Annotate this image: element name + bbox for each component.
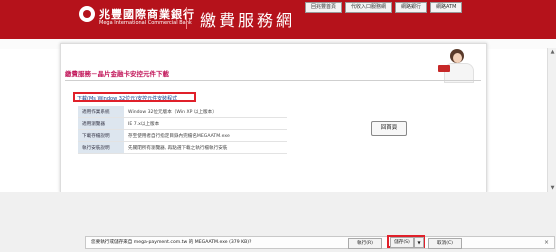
download-message: 您要執行或儲存來自 mega-payment.com.tw 的 MEGAATM.…	[91, 240, 252, 245]
promo-photo-image	[436, 47, 482, 83]
nav-collection-portal[interactable]: 代收入口服務網	[345, 2, 393, 13]
table-row: 下載存檔說明 存至使用者自行指定目錄內完檔名MEGAATM.exe	[78, 129, 287, 142]
title-divider	[65, 80, 481, 81]
nav-internet-banking[interactable]: 網路銀行	[395, 2, 428, 13]
content-panel: 繳費服務－晶片金融卡安控元件下載 下載(Ms Window 32位元)安控元件安…	[60, 43, 487, 193]
page-title: 繳費服務－晶片金融卡安控元件下載	[65, 70, 169, 78]
info-table: 適用作業系統 Window 32位元版本（Win XP 以上版本） 適用瀏覽器 …	[78, 106, 287, 154]
chip-card-icon	[438, 65, 450, 72]
save-highlight: 儲存(S) ▼	[387, 235, 425, 248]
close-icon[interactable]: ×	[544, 237, 549, 248]
photo-face	[453, 53, 462, 63]
bank-name-en: Mega International Commercial Bank	[99, 20, 192, 26]
site-title: 繳費服務網	[200, 11, 296, 30]
row-label: 適用作業系統	[78, 106, 124, 118]
scroll-up-icon[interactable]: ▲	[548, 48, 556, 56]
row-value: IE 7.x以上版本	[124, 117, 287, 130]
vertical-scrollbar[interactable]: ▲ ▼	[547, 48, 556, 192]
nav-mega-home[interactable]: 回兆豐首頁	[305, 2, 343, 13]
row-value: 先關閉所有瀏覽器, 再點選下載之執行檔執行安裝	[124, 141, 287, 154]
row-label: 執行安裝說明	[78, 141, 124, 154]
save-dropdown-icon[interactable]: ▼	[414, 237, 424, 248]
open-button[interactable]: 執行(R)	[348, 238, 382, 249]
site-header: 兆豐國際商業銀行 Mega International Commercial B…	[0, 0, 556, 39]
table-row: 適用瀏覽器 IE 7.x以上版本	[78, 117, 287, 130]
cancel-button[interactable]: 取消(C)	[428, 238, 462, 249]
download-installer-link[interactable]: 下載(Ms Window 32位元)安控元件安裝程式	[73, 92, 196, 102]
row-value: 存至使用者自行指定目錄內完檔名MEGAATM.exe	[124, 129, 287, 142]
row-label: 適用瀏覽器	[78, 117, 124, 130]
nav-web-atm[interactable]: 網路ATM	[430, 2, 463, 13]
home-button[interactable]: 回首頁	[371, 121, 407, 136]
scroll-down-icon[interactable]: ▼	[548, 184, 556, 192]
table-row: 適用作業系統 Window 32位元版本（Win XP 以上版本）	[78, 106, 287, 118]
top-nav: 回兆豐首頁 代收入口服務網 網路銀行 網路ATM	[305, 2, 463, 13]
table-row: 執行安裝說明 先關閉所有瀏覽器, 再點選下載之執行檔執行安裝	[78, 141, 287, 154]
save-button[interactable]: 儲存(S)	[390, 237, 414, 248]
row-value: Window 32位元版本（Win XP 以上版本）	[124, 106, 287, 118]
header-divider	[186, 7, 187, 29]
row-label: 下載存檔說明	[78, 129, 124, 142]
download-notification-bar: 您要執行或儲存來自 mega-payment.com.tw 的 MEGAATM.…	[85, 235, 555, 249]
bank-logo-icon[interactable]	[79, 6, 95, 22]
